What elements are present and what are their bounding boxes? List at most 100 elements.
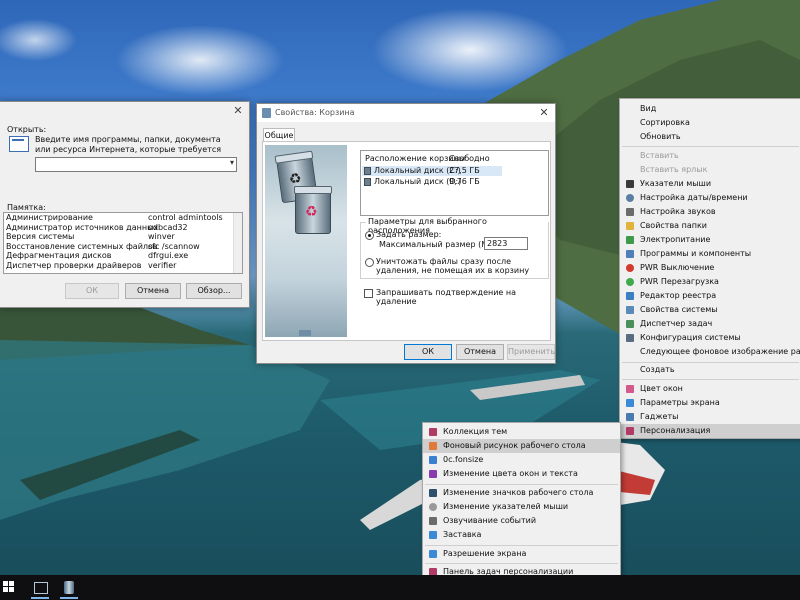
- menu-item-fonsize[interactable]: 0c.fonsize: [423, 453, 620, 467]
- location-table[interactable]: Расположение корзины Свободно Локальный …: [360, 150, 549, 216]
- delete-immediately-label: Уничтожать файлы сразу после удаления, н…: [376, 257, 530, 275]
- max-size-label: Максимальный размер (МБ):: [379, 240, 500, 249]
- menu-item-window-text-color[interactable]: Изменение цвета окон и текста: [423, 467, 620, 481]
- desktop-context-menu[interactable]: Вид Сортировка Обновить Вставить Вставит…: [619, 98, 800, 439]
- menu-item-sounds[interactable]: Настройка звуков: [620, 205, 800, 219]
- restart-icon: [626, 278, 634, 286]
- title-bar[interactable]: Свойства: Корзина ✕: [257, 104, 555, 122]
- menu-item-system-properties[interactable]: Свойства системы: [620, 303, 800, 317]
- color-icon: [429, 470, 437, 478]
- speaker-icon: [626, 208, 634, 216]
- menu-item-task-manager[interactable]: Диспетчер задач: [620, 317, 800, 331]
- menu-item-desktop-icons[interactable]: Изменение значков рабочего стола: [423, 486, 620, 500]
- taskbar-recycle-bin-button[interactable]: [60, 579, 78, 599]
- speaker-icon: [429, 517, 437, 525]
- menu-item-programs[interactable]: Программы и компоненты: [620, 247, 800, 261]
- ok-button[interactable]: ОК: [404, 344, 452, 360]
- memo-label: Памятка:: [7, 203, 46, 212]
- list-item[interactable]: Восстановление системных файлов sfc /scan…: [4, 242, 242, 252]
- menu-item-display-settings[interactable]: Параметры экрана: [620, 396, 800, 410]
- menu-item-new[interactable]: Создать: [620, 363, 800, 377]
- recycle-bin-properties-dialog[interactable]: Свойства: Корзина ✕ Общие ♻ ♻ Расположен…: [256, 103, 556, 364]
- list-item[interactable]: Версия системы winver: [4, 232, 242, 242]
- menu-item-power-options[interactable]: Электропитание: [620, 233, 800, 247]
- list-item[interactable]: Администрирование control admintools: [4, 213, 242, 223]
- list-item[interactable]: Дефрагментация дисков dfrgui.exe: [4, 251, 242, 261]
- menu-separator: [425, 545, 618, 546]
- menu-item-pwr-restart[interactable]: PWR Перезагрузка: [620, 275, 800, 289]
- menu-item-refresh[interactable]: Обновить: [620, 130, 800, 144]
- memo-list[interactable]: Администрирование control admintools Адми…: [3, 212, 243, 274]
- menu-item-sound-events[interactable]: Озвучивание событий: [423, 514, 620, 528]
- menu-item-system-config[interactable]: Конфигурация системы: [620, 331, 800, 345]
- recycle-bin-full-icon: ♻: [294, 186, 332, 234]
- start-button[interactable]: [3, 581, 15, 593]
- confirm-delete-label: Запрашивать подтверждение на удаление: [376, 288, 517, 306]
- screensaver-icon: [429, 531, 437, 539]
- display-icon: [429, 550, 437, 558]
- window-title: Свойства: Корзина: [275, 108, 355, 117]
- delete-immediately-radio[interactable]: [365, 258, 374, 267]
- close-icon[interactable]: ✕: [233, 105, 243, 116]
- palette-icon: [626, 385, 634, 393]
- menu-item-registry-editor[interactable]: Редактор реестра: [620, 289, 800, 303]
- menu-separator: [425, 563, 618, 564]
- column-header-free: Свободно: [449, 154, 490, 163]
- battery-icon: [626, 236, 634, 244]
- computer-icon: [626, 306, 634, 314]
- config-icon: [626, 334, 634, 342]
- mouse-icon: [626, 180, 634, 188]
- hard-drive-icon: [364, 167, 371, 175]
- menu-item-paste[interactable]: Вставить: [620, 149, 800, 163]
- run-command-input[interactable]: ▾: [35, 157, 237, 172]
- taskbar-run-button[interactable]: [31, 579, 49, 599]
- menu-item-gadgets[interactable]: Гаджеты: [620, 410, 800, 424]
- apply-button[interactable]: Применить: [507, 344, 555, 360]
- cancel-button[interactable]: Отмена: [456, 344, 504, 360]
- taskbar: [0, 575, 800, 600]
- menu-item-next-background[interactable]: Следующее фоновое изображение рабочего с…: [620, 345, 800, 359]
- programs-icon: [626, 250, 634, 258]
- task-manager-icon: [626, 320, 634, 328]
- open-label: Открыть:: [7, 125, 47, 134]
- personalization-submenu[interactable]: Коллекция тем Фоновый рисунок рабочего с…: [422, 422, 621, 582]
- menu-item-paste-shortcut[interactable]: Вставить ярлык: [620, 163, 800, 177]
- menu-item-theme-collection[interactable]: Коллекция тем: [423, 425, 620, 439]
- memo-scrollbar[interactable]: [233, 213, 242, 273]
- browse-button[interactable]: Обзор...: [186, 283, 242, 299]
- list-item[interactable]: Администратор источников данных odbcad32: [4, 223, 242, 233]
- mouse-icon: [429, 503, 437, 511]
- run-program-icon: [34, 582, 48, 594]
- gadgets-icon: [626, 413, 634, 421]
- run-dialog[interactable]: ✕ Открыть: Введите имя программы, папки,…: [0, 101, 250, 308]
- recycle-bin-banner: ♻ ♻: [265, 145, 347, 337]
- menu-separator: [425, 484, 618, 485]
- table-row[interactable]: Локальный диск (C:) 27,5 ГБ: [362, 166, 502, 176]
- cancel-button[interactable]: Отмена: [125, 283, 181, 299]
- chevron-down-icon[interactable]: ▾: [230, 158, 234, 167]
- menu-item-desktop-background[interactable]: Фоновый рисунок рабочего стола: [423, 439, 620, 453]
- menu-item-date-time[interactable]: Настройка даты/времени: [620, 191, 800, 205]
- close-icon[interactable]: ✕: [539, 107, 549, 118]
- menu-item-personalization[interactable]: Персонализация: [620, 424, 800, 438]
- tab-general[interactable]: Общие: [263, 128, 295, 142]
- menu-item-screensaver[interactable]: Заставка: [423, 528, 620, 542]
- max-size-input[interactable]: 2823: [484, 237, 528, 250]
- ok-button[interactable]: ОК: [65, 283, 119, 299]
- menu-item-window-color[interactable]: Цвет окон: [620, 382, 800, 396]
- list-item[interactable]: Диспетчер проверки драйверов verifier: [4, 261, 242, 271]
- menu-item-mouse-pointers[interactable]: Указатели мыши: [620, 177, 800, 191]
- set-size-label: Задать размер:: [376, 230, 442, 239]
- set-size-radio[interactable]: [365, 231, 374, 240]
- display-icon: [626, 399, 634, 407]
- hard-drive-icon: [364, 178, 371, 186]
- menu-item-sort[interactable]: Сортировка: [620, 116, 800, 130]
- confirm-delete-checkbox[interactable]: [364, 289, 373, 298]
- font-size-icon: [429, 456, 437, 464]
- menu-item-pwr-shutdown[interactable]: PWR Выключение: [620, 261, 800, 275]
- menu-item-folder-options[interactable]: Свойства папки: [620, 219, 800, 233]
- menu-item-screen-resolution[interactable]: Разрешение экрана: [423, 547, 620, 561]
- menu-item-view[interactable]: Вид: [620, 102, 800, 116]
- table-row[interactable]: Локальный диск (D:) 9,76 ГБ: [362, 177, 502, 187]
- menu-item-mouse-pointers[interactable]: Изменение указателей мыши: [423, 500, 620, 514]
